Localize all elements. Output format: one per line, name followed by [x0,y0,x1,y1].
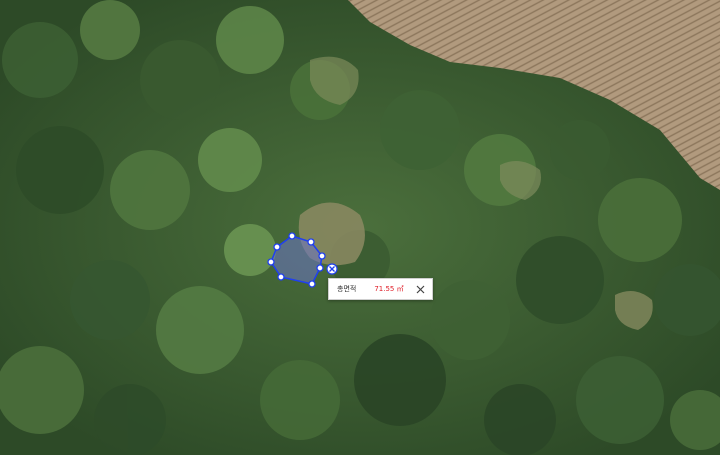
delete-x-icon[interactable] [326,263,338,275]
close-icon[interactable] [414,283,426,295]
area-result-popup: 총면적 71.55 ㎡ [328,278,433,300]
polygon-vertex-handle[interactable] [316,264,324,272]
polygon-vertex-handle[interactable] [318,252,326,260]
total-area-value: 71.55 ㎡ [374,285,404,293]
satellite-map[interactable]: 총면적 71.55 ㎡ [0,0,720,455]
area-measurement-layer [267,232,338,288]
polygon-vertex-handle[interactable] [277,273,285,281]
polygon-vertex-handle[interactable] [267,258,275,266]
polygon-vertex-handle[interactable] [273,243,281,251]
polygon-vertex-handle[interactable] [288,232,296,240]
total-area-label: 총면적 [337,285,357,293]
polygon-vertex-handle[interactable] [307,238,315,246]
polygon-vertex-handle[interactable] [308,280,316,288]
